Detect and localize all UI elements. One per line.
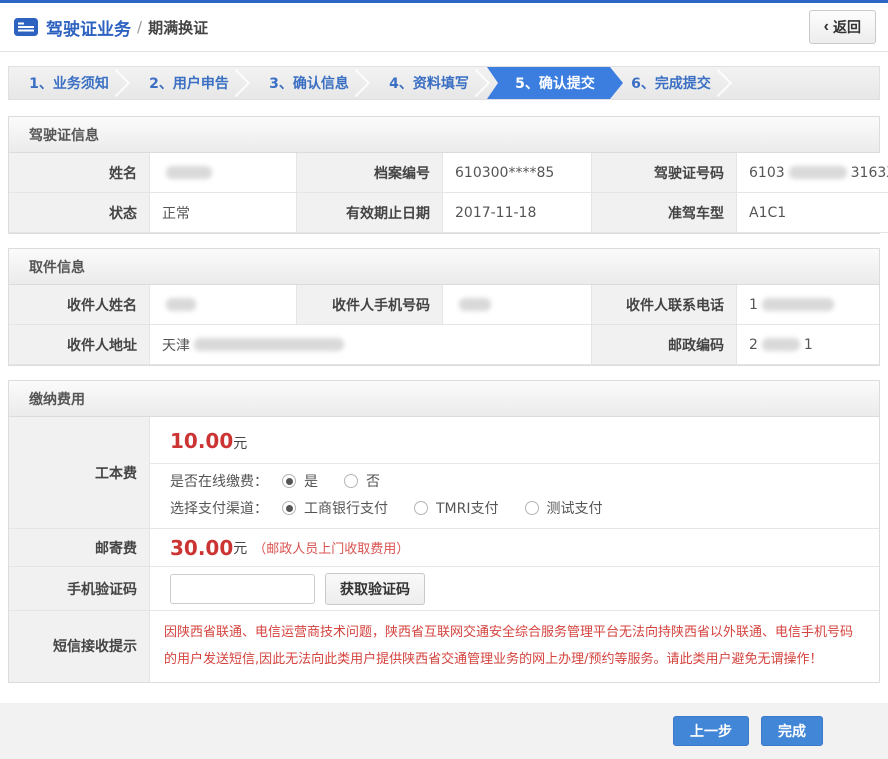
step-item-6[interactable]: 6、完成提交 xyxy=(611,67,731,99)
radio-unselected-icon[interactable] xyxy=(525,501,539,515)
valid-until-value: 2017-11-18 xyxy=(443,193,592,233)
sms-tip-cell: 因陕西省联通、电信运营商技术问题，陕西省互联网交通安全综合服务管理平台无法向持陕… xyxy=(150,611,879,682)
mail-fee-note: （邮政人员上门收取费用） xyxy=(253,538,409,557)
license-no-label: 驾驶证号码 xyxy=(592,153,737,193)
name-value xyxy=(150,153,297,193)
production-fee-amount-line: 10.00元 xyxy=(150,417,879,464)
postal-code-value: 2 1 xyxy=(737,325,879,365)
recipient-phone-value: 1 xyxy=(737,285,879,325)
redacted-recipient-name xyxy=(166,298,196,311)
online-pay-row: 是否在线缴费： 是 否 xyxy=(150,464,879,491)
recipient-mobile-value xyxy=(443,285,592,325)
license-no-prefix: 6103 xyxy=(749,165,785,181)
channel-option-test[interactable]: 测试支付 xyxy=(525,498,603,518)
sms-code-input[interactable] xyxy=(170,574,315,604)
mail-fee-cell: 30.00元 （邮政人员上门收取费用） xyxy=(150,529,879,567)
license-info-title: 驾驶证信息 xyxy=(9,117,879,153)
previous-step-button[interactable]: 上一步 xyxy=(673,716,749,746)
payment-title: 缴纳费用 xyxy=(9,381,879,417)
breadcrumb-separator: / xyxy=(137,18,142,36)
redacted-postal-code xyxy=(762,338,800,351)
get-code-button[interactable]: 获取验证码 xyxy=(325,573,425,605)
online-pay-option-yes[interactable]: 是 xyxy=(282,471,318,491)
license-no-value: 6103 3163X xyxy=(737,153,888,193)
radio-selected-icon[interactable] xyxy=(282,474,296,488)
page-title: 驾驶证业务 xyxy=(46,15,131,40)
radio-selected-icon[interactable] xyxy=(282,501,296,515)
radio-unselected-icon[interactable] xyxy=(344,474,358,488)
vehicle-class-value: A1C1 xyxy=(737,193,888,233)
channel-option-icbc[interactable]: 工商银行支付 xyxy=(282,498,388,518)
page-header: 驾驶证业务 / 期满换证 ‹ 返回 xyxy=(0,0,888,52)
recipient-mobile-label: 收件人手机号码 xyxy=(297,285,443,325)
redacted-name xyxy=(166,166,212,179)
valid-until-label: 有效期止日期 xyxy=(297,193,443,233)
online-pay-option-no[interactable]: 否 xyxy=(344,471,380,491)
production-fee-label: 工本费 xyxy=(9,417,150,529)
license-no-suffix: 3163X xyxy=(851,165,888,181)
sms-code-cell: 获取验证码 xyxy=(150,567,879,611)
footer-action-bar: 上一步 完成 xyxy=(0,703,888,759)
finish-button[interactable]: 完成 xyxy=(761,716,823,746)
radio-unselected-icon[interactable] xyxy=(414,501,428,515)
pay-channel-row: 选择支付渠道： 工商银行支付 TMRI支付 测试支付 xyxy=(150,491,879,528)
recipient-phone-label: 收件人联系电话 xyxy=(592,285,737,325)
production-fee-cell: 10.00元 是否在线缴费： 是 否 选择支付渠道： xyxy=(150,417,879,529)
back-chevron-icon: ‹ xyxy=(824,19,829,35)
redacted-recipient-phone xyxy=(762,298,834,311)
redacted-recipient-address xyxy=(194,338,344,351)
payment-panel: 缴纳费用 工本费 10.00元 是否在线缴费： 是 否 xyxy=(8,380,880,683)
pay-channel-question: 选择支付渠道： xyxy=(170,498,268,518)
license-info-panel: 驾驶证信息 姓名 档案编号 610300****85 驾驶证号码 6103 31… xyxy=(8,116,880,234)
pickup-info-title: 取件信息 xyxy=(9,249,879,285)
postal-code-label: 邮政编码 xyxy=(592,325,737,365)
channel-tmri-label: TMRI支付 xyxy=(436,498,499,518)
vehicle-class-label: 准驾车型 xyxy=(592,193,737,233)
mail-fee-unit: 元 xyxy=(233,538,247,558)
status-value: 正常 xyxy=(150,193,297,233)
back-button-label: 返回 xyxy=(833,17,861,37)
recipient-name-label: 收件人姓名 xyxy=(9,285,150,325)
channel-test-label: 测试支付 xyxy=(547,498,603,518)
production-fee-amount: 10.00 xyxy=(170,429,233,453)
redacted-recipient-mobile xyxy=(459,298,491,311)
online-pay-yes-label: 是 xyxy=(304,471,318,491)
step-bar-filler xyxy=(731,67,879,99)
step-item-5-active[interactable]: 5、确认提交 xyxy=(487,67,623,99)
license-business-icon xyxy=(14,18,38,36)
name-label: 姓名 xyxy=(9,153,150,193)
step-item-3[interactable]: 3、确认信息 xyxy=(249,67,369,99)
recipient-phone-prefix: 1 xyxy=(749,297,758,313)
mail-fee-amount: 30.00 xyxy=(170,536,233,560)
recipient-address-label: 收件人地址 xyxy=(9,325,150,365)
step-wizard: 1、业务须知 2、用户申告 3、确认信息 4、资料填写 5、确认提交 6、完成提… xyxy=(8,66,880,100)
file-no-label: 档案编号 xyxy=(297,153,443,193)
file-no-value: 610300****85 xyxy=(443,153,592,193)
payment-table: 工本费 10.00元 是否在线缴费： 是 否 xyxy=(9,417,879,682)
breadcrumb-current: 期满换证 xyxy=(148,17,208,38)
status-label: 状态 xyxy=(9,193,150,233)
license-info-table: 姓名 档案编号 610300****85 驾驶证号码 6103 3163X 状态… xyxy=(9,153,879,233)
recipient-address-prefix: 天津 xyxy=(162,335,190,355)
sms-tip-label: 短信接收提示 xyxy=(9,611,150,682)
sms-tip-text: 因陕西省联通、电信运营商技术问题，陕西省互联网交通安全综合服务管理平台无法向持陕… xyxy=(150,611,879,682)
channel-option-tmri[interactable]: TMRI支付 xyxy=(414,498,499,518)
step-item-2[interactable]: 2、用户申告 xyxy=(129,67,249,99)
pickup-info-panel: 取件信息 收件人姓名 收件人手机号码 收件人联系电话 1 收件人地址 天津 邮政… xyxy=(8,248,880,366)
online-pay-question: 是否在线缴费： xyxy=(170,471,268,491)
step-item-1[interactable]: 1、业务须知 xyxy=(9,67,129,99)
mail-fee-label: 邮寄费 xyxy=(9,529,150,567)
step-item-4[interactable]: 4、资料填写 xyxy=(369,67,489,99)
postal-code-suffix: 1 xyxy=(804,337,813,353)
online-pay-no-label: 否 xyxy=(366,471,380,491)
sms-code-label: 手机验证码 xyxy=(9,567,150,611)
postal-code-prefix: 2 xyxy=(749,337,758,353)
redacted-license-no xyxy=(789,166,847,179)
production-fee-unit: 元 xyxy=(233,436,247,452)
back-button[interactable]: ‹ 返回 xyxy=(809,10,876,44)
recipient-address-value: 天津 xyxy=(150,325,592,365)
pickup-info-table: 收件人姓名 收件人手机号码 收件人联系电话 1 收件人地址 天津 邮政编码 2 … xyxy=(9,285,879,365)
channel-icbc-label: 工商银行支付 xyxy=(304,498,388,518)
recipient-name-value xyxy=(150,285,297,325)
